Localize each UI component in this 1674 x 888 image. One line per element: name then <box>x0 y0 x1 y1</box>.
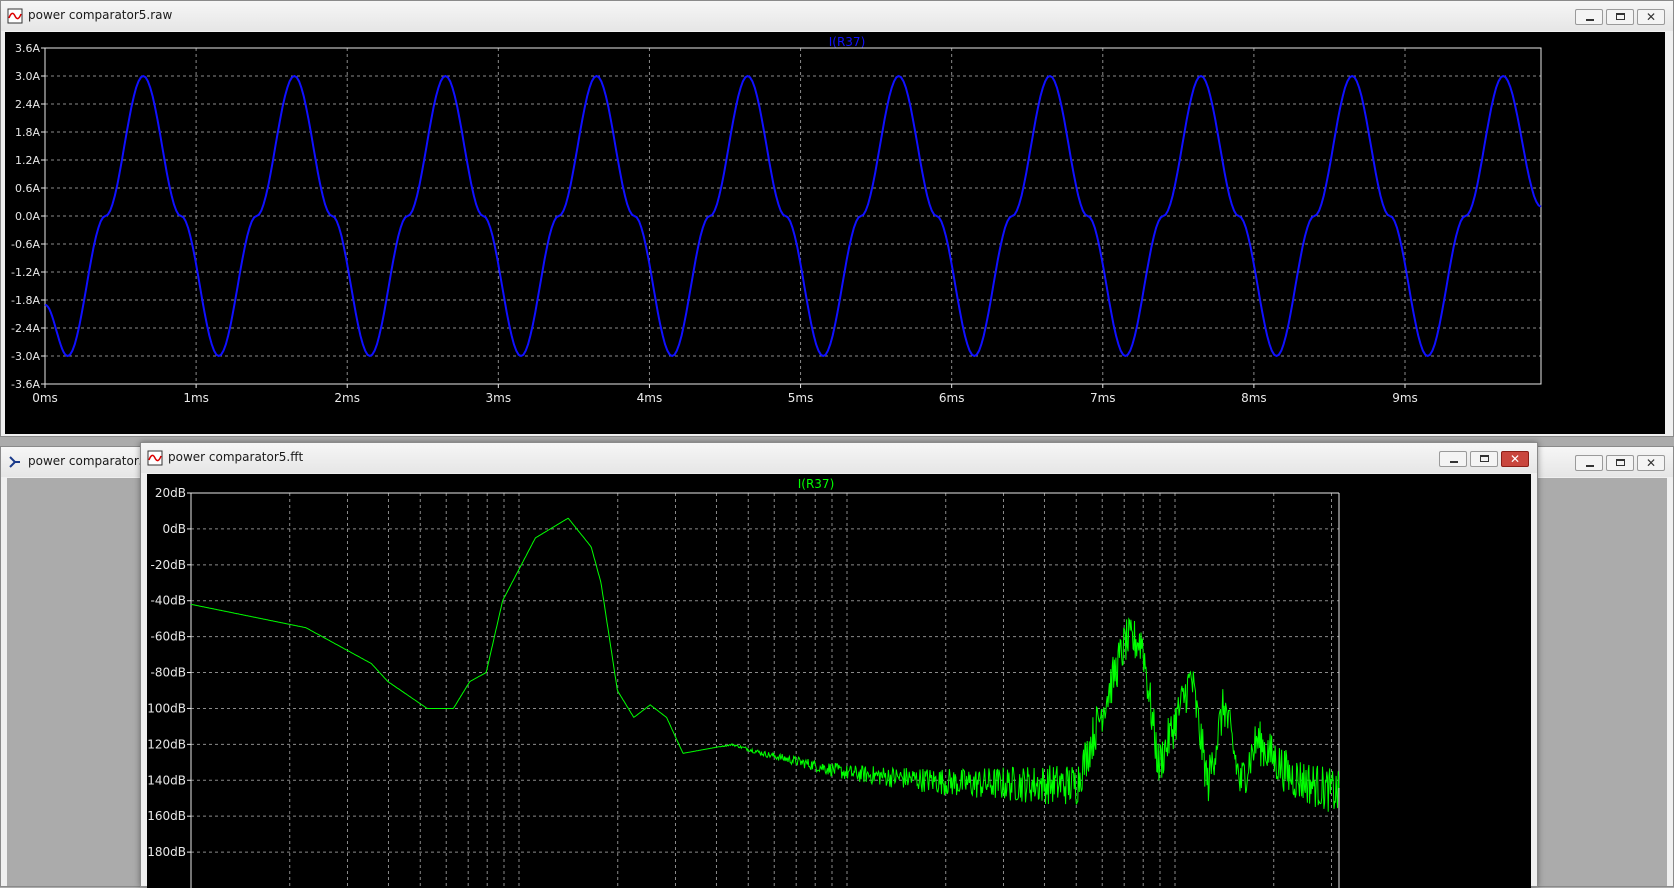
fft-minimize-button[interactable] <box>1439 451 1467 467</box>
raw-y-tick-label: -1.2A <box>11 266 40 279</box>
raw-y-tick-label: 3.0A <box>15 70 40 83</box>
raw-y-tick-label: -3.6A <box>11 378 40 391</box>
fft-window-titlebar[interactable]: power comparator5.fft ✕ <box>141 443 1537 473</box>
fft-window-title: power comparator5.fft <box>168 450 304 464</box>
fft-y-tick-label: -140dB <box>147 773 186 787</box>
raw-y-tick-label: -1.8A <box>11 294 40 307</box>
close-icon: ✕ <box>1509 452 1521 466</box>
bg-restore-button[interactable] <box>1606 455 1634 471</box>
asc-window-body <box>7 478 149 886</box>
fft-y-tick-label: -180dB <box>147 845 186 859</box>
close-icon: ✕ <box>1645 10 1657 24</box>
close-button[interactable]: ✕ <box>1637 9 1665 25</box>
fft-restore-button[interactable] <box>1470 451 1498 467</box>
restore-icon <box>1616 459 1625 466</box>
fft-plot-svg: I(R37) 20dB 0dB -20dB -40dB -60dB -80dB -100dB… <box>147 477 1340 888</box>
close-icon: ✕ <box>1645 456 1657 470</box>
raw-y-tick-label: 2.4A <box>15 98 40 111</box>
raw-y-tick-label: 1.8A <box>15 126 40 139</box>
raw-y-tick-label: 0.6A <box>15 182 40 195</box>
raw-window-titlebar[interactable]: power comparator5.raw ✕ <box>1 1 1673 31</box>
waveform-app-icon <box>7 8 23 24</box>
raw-x-tick-label: 4ms <box>637 391 663 405</box>
raw-waveform-window[interactable]: power comparator5.raw ✕ I(R37) 3.6A 3.0A 2… <box>0 0 1674 437</box>
waveform-app-icon <box>147 450 163 466</box>
raw-x-tick-label: 7ms <box>1090 391 1116 405</box>
fft-y-tick-label: -80dB <box>151 666 186 680</box>
raw-x-tick-label: 0ms <box>32 391 58 405</box>
raw-plot-svg: I(R37) 3.6A 3.0A 2.4A 1.8A 1.2A 0.6A 0.0A -0.6A… <box>11 35 1542 405</box>
restore-icon <box>1616 13 1625 20</box>
fft-y-tick-label: 20dB <box>155 486 186 500</box>
background-right-body <box>1536 478 1667 886</box>
fft-y-tick-label: -120dB <box>147 737 186 751</box>
minimize-button[interactable] <box>1575 9 1603 25</box>
asc-window-title: power comparator5.a <box>28 454 158 468</box>
raw-y-tick-label: 0.0A <box>15 210 40 223</box>
fft-y-tick-label: 0dB <box>163 522 186 536</box>
raw-x-tick-label: 6ms <box>939 391 965 405</box>
raw-trace-label[interactable]: I(R37) <box>829 35 866 49</box>
fft-y-tick-label: -100dB <box>147 701 186 715</box>
bg-minimize-button[interactable] <box>1575 455 1603 471</box>
fft-plot-area[interactable]: I(R37) 20dB 0dB -20dB -40dB -60dB -80dB -100dB… <box>147 474 1531 888</box>
fft-trace-label[interactable]: I(R37) <box>798 477 835 491</box>
raw-y-tick-label: 1.2A <box>15 154 40 167</box>
restore-button[interactable] <box>1606 9 1634 25</box>
raw-x-tick-label: 2ms <box>334 391 360 405</box>
raw-y-tick-label: -3.0A <box>11 350 40 363</box>
raw-x-tick-label: 8ms <box>1241 391 1267 405</box>
background-right-window[interactable]: ✕ <box>1535 446 1674 887</box>
raw-x-tick-label: 5ms <box>788 391 814 405</box>
fft-y-tick-label: -40dB <box>151 594 186 608</box>
asc-schematic-window[interactable]: power comparator5.a <box>0 446 158 887</box>
raw-x-tick-label: 3ms <box>486 391 512 405</box>
fft-y-tick-label: -60dB <box>151 630 186 644</box>
raw-x-tick-label: 1ms <box>183 391 209 405</box>
raw-y-tick-label: -0.6A <box>11 238 40 251</box>
fft-close-button[interactable]: ✕ <box>1501 451 1529 467</box>
minimize-icon <box>1450 461 1458 463</box>
raw-window-title: power comparator5.raw <box>28 8 173 22</box>
raw-y-tick-label: 3.6A <box>15 42 40 55</box>
schematic-app-icon <box>9 456 20 468</box>
fft-series-trace <box>190 517 1340 812</box>
fft-y-tick-label: -20dB <box>151 558 186 572</box>
raw-y-tick-label: -2.4A <box>11 322 40 335</box>
minimize-icon <box>1586 465 1594 467</box>
raw-x-tick-label: 9ms <box>1392 391 1418 405</box>
raw-plot-area[interactable]: I(R37) 3.6A 3.0A 2.4A 1.8A 1.2A 0.6A 0.0A -0.6A… <box>5 32 1665 434</box>
background-right-titlebar[interactable]: ✕ <box>1536 447 1673 477</box>
restore-icon <box>1480 455 1489 462</box>
fft-window[interactable]: power comparator5.fft ✕ I(R37) 20dB 0dB -2… <box>140 442 1538 888</box>
bg-close-button[interactable]: ✕ <box>1637 455 1665 471</box>
asc-window-titlebar[interactable]: power comparator5.a <box>1 447 158 477</box>
fft-y-tick-label: -160dB <box>147 809 186 823</box>
minimize-icon <box>1586 19 1594 21</box>
